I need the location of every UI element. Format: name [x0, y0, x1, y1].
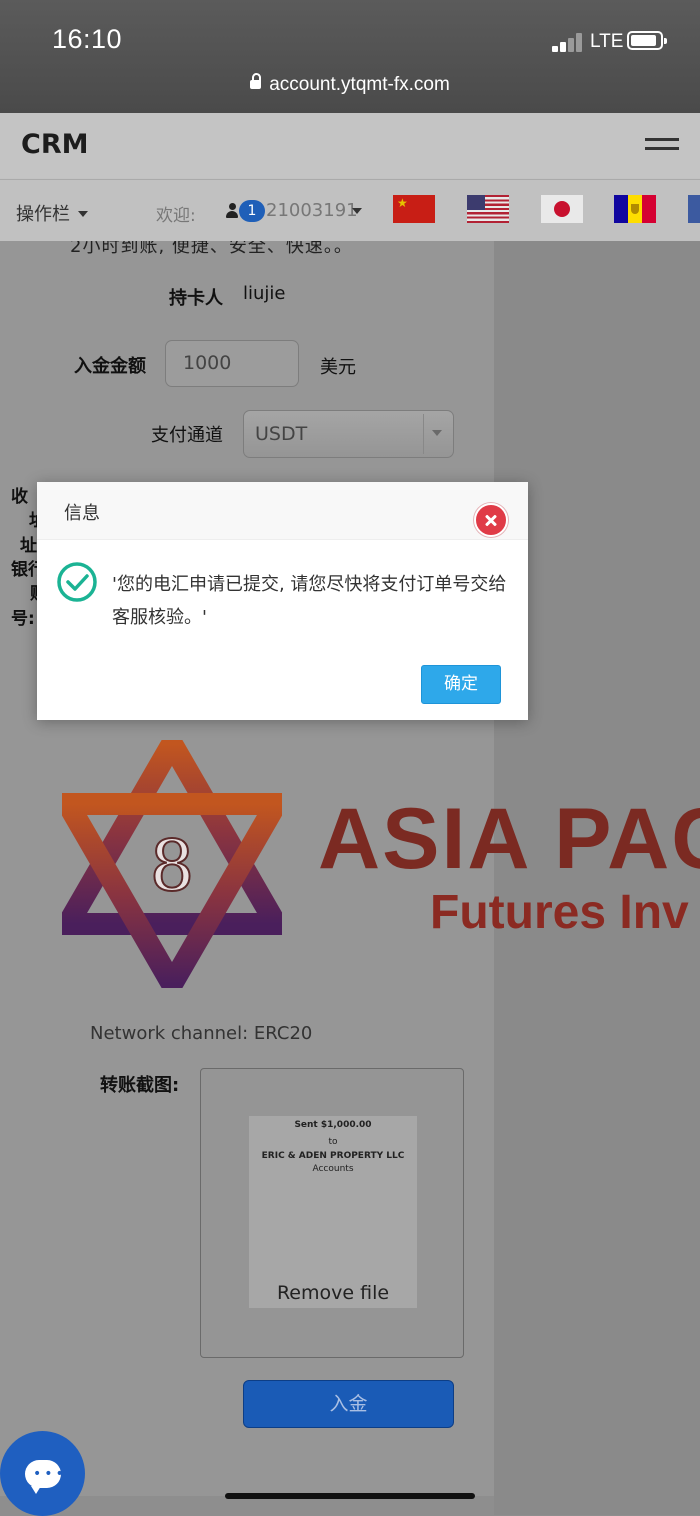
hamburger-icon[interactable]	[645, 138, 679, 156]
check-circle-icon	[57, 562, 97, 602]
home-indicator[interactable]	[225, 1493, 475, 1499]
brand-subtitle: Futures Inv	[430, 886, 689, 939]
signal-icon	[552, 32, 584, 52]
status-bar: 16:10 LTE account.ytqmt-fx.com	[0, 0, 700, 113]
chat-dots: •••	[33, 1466, 67, 1482]
status-time: 16:10	[52, 24, 123, 54]
flag-japan-icon[interactable]	[541, 195, 583, 223]
svg-text:8: 8	[150, 825, 195, 907]
battery-icon	[627, 31, 667, 50]
channel-label: 支付通道	[151, 425, 223, 446]
thumb-text: ERIC & ADEN PROPERTY LLC	[261, 1151, 405, 1161]
user-icon	[226, 203, 238, 218]
flag-usa-icon[interactable]	[467, 195, 509, 223]
welcome-text: 欢迎:	[156, 206, 196, 226]
side-label: 址	[20, 536, 37, 556]
upload-label: 转账截图:	[100, 1075, 180, 1096]
menu-dropdown[interactable]: 操作栏	[16, 200, 88, 226]
side-label: 号:	[11, 609, 35, 629]
app-header: CRM	[0, 113, 700, 179]
remove-file-link[interactable]: Remove file	[249, 1282, 417, 1304]
cardholder-label: 持卡人	[169, 288, 223, 309]
close-icon[interactable]	[474, 503, 508, 537]
cardholder-value: liujie	[243, 283, 286, 304]
thumb-text: to	[328, 1137, 338, 1147]
notification-badge[interactable]: 1	[239, 200, 265, 222]
chevron-down-icon	[432, 430, 442, 436]
brand-name: ASIA PAC	[318, 791, 700, 887]
select-divider	[423, 414, 424, 454]
network-channel-text: Network channel: ERC20	[90, 1023, 313, 1044]
crm-logo[interactable]: CRM	[21, 129, 88, 160]
info-dialog: 信息 '您的电汇申请已提交, 请您尽快将支付订单号交给客服核验。' 确定	[37, 482, 528, 720]
caret-down-icon	[352, 208, 362, 214]
url-text: account.ytqmt-fx.com	[269, 74, 450, 95]
side-label: 收	[11, 487, 28, 507]
dialog-message: '您的电汇申请已提交, 请您尽快将支付订单号交给客服核验。'	[112, 574, 507, 628]
thumb-text: Sent $1,000.00	[294, 1120, 372, 1130]
user-id-dropdown[interactable]: 21003191	[266, 200, 358, 221]
deposit-button[interactable]: 入金	[243, 1380, 454, 1428]
dialog-title: 信息	[64, 503, 100, 524]
menu-label: 操作栏	[16, 204, 70, 225]
flag-partial-icon[interactable]	[688, 195, 700, 223]
caret-down-icon	[78, 211, 88, 217]
star-logo-icon: 8	[62, 740, 282, 988]
flag-china-icon[interactable]	[393, 195, 435, 223]
receipt-thumbnail: Sent $1,000.00 to ERIC & ADEN PROPERTY L…	[249, 1116, 417, 1308]
amount-input[interactable]: 1000	[165, 340, 299, 387]
amount-unit: 美元	[320, 357, 356, 378]
network-type: LTE	[590, 31, 624, 52]
lock-icon	[250, 73, 262, 89]
address-bar[interactable]: account.ytqmt-fx.com	[0, 73, 700, 96]
dialog-header: 信息	[37, 482, 528, 540]
thumb-text: Accounts	[312, 1164, 354, 1174]
confirm-button[interactable]: 确定	[421, 665, 501, 704]
flag-andorra-icon[interactable]	[614, 195, 656, 223]
amount-label: 入金金额	[74, 356, 146, 377]
